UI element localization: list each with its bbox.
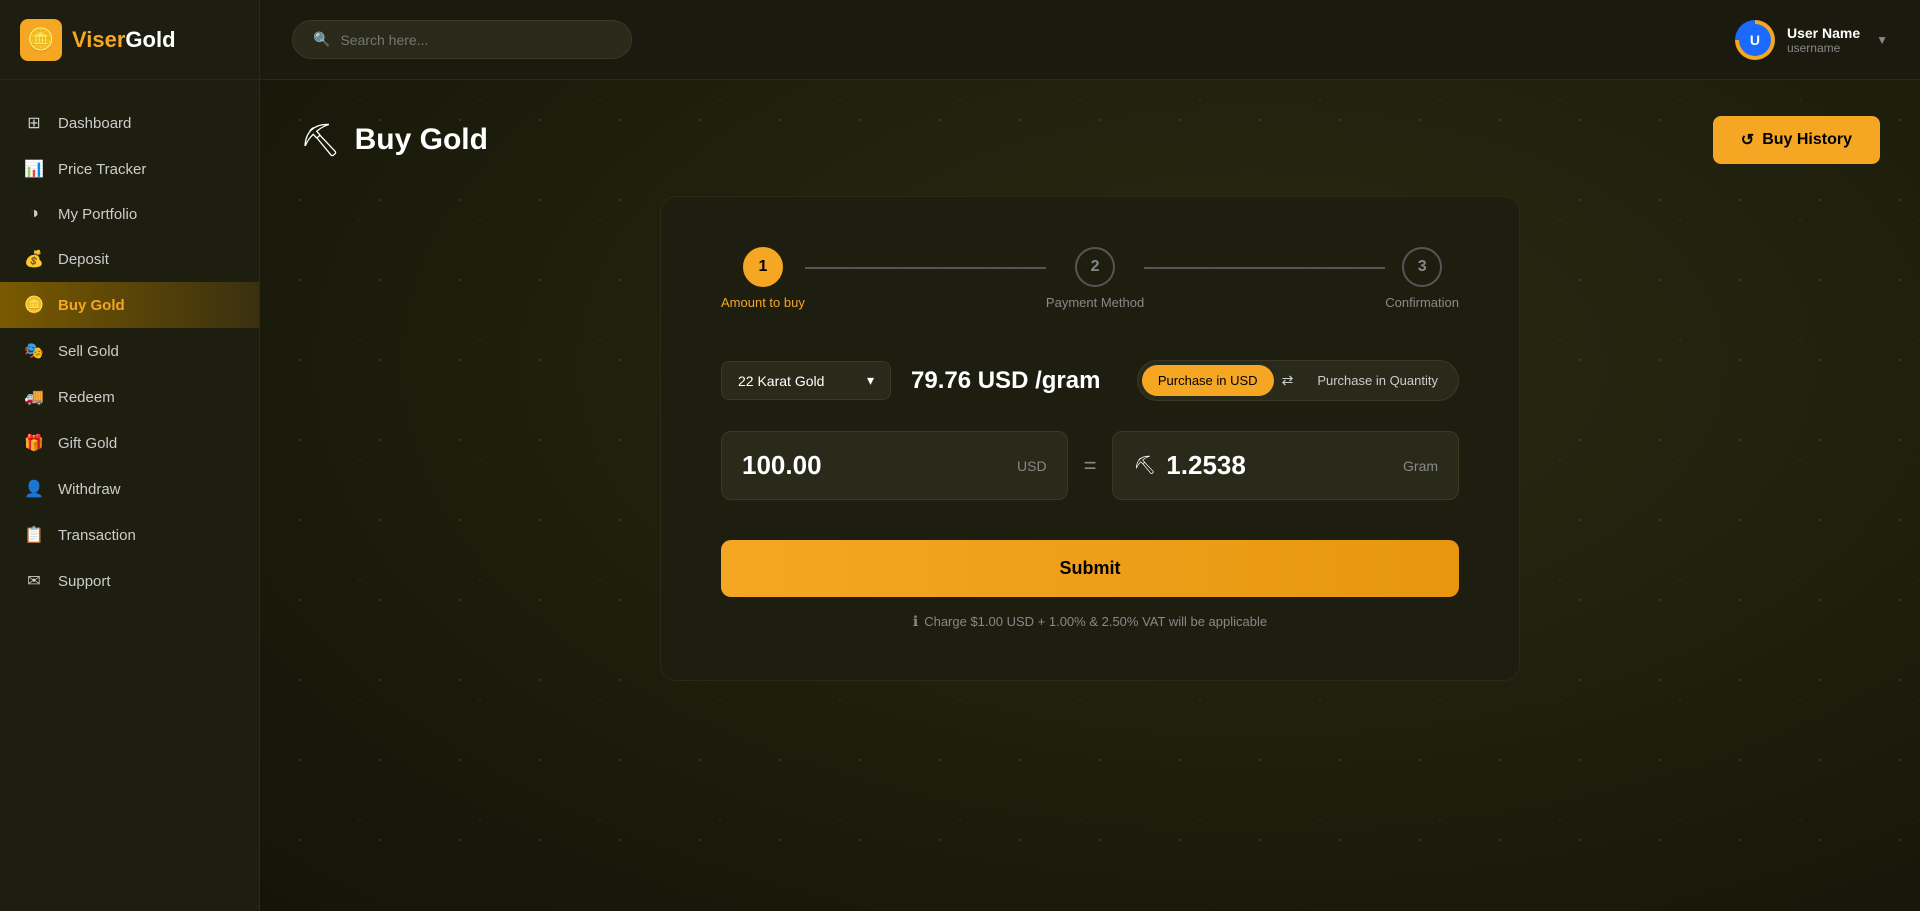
sidebar-item-support[interactable]: ✉ Support: [0, 558, 259, 604]
purchase-toggle: Purchase in USD ⇄ Purchase in Quantity: [1137, 360, 1459, 401]
step-3: 3 Confirmation: [1385, 247, 1459, 310]
step-circle-1: 1: [743, 247, 783, 287]
avatar-inner: U: [1739, 24, 1771, 56]
user-name: User Name: [1787, 25, 1860, 41]
sidebar-item-label: Transaction: [58, 527, 136, 544]
charge-info-text: Charge $1.00 USD + 1.00% & 2.50% VAT wil…: [924, 614, 1267, 629]
sidebar-item-transaction[interactable]: 📋 Transaction: [0, 512, 259, 558]
gold-type-select[interactable]: 22 Karat Gold 24 Karat Gold 18 Karat Gol…: [738, 373, 857, 389]
portfolio-icon: ◑: [24, 205, 44, 223]
sidebar-item-label: Dashboard: [58, 115, 131, 132]
sidebar-item-deposit[interactable]: 💰 Deposit: [0, 236, 259, 282]
redeem-icon: 🚚: [24, 387, 44, 407]
buy-history-label: Buy History: [1762, 131, 1852, 149]
user-handle: username: [1787, 41, 1860, 55]
sidebar-item-label: Withdraw: [58, 481, 121, 498]
header: 🔍 U User Name username ▼: [260, 0, 1920, 80]
history-icon: ↺: [1741, 130, 1754, 150]
sidebar-item-buy-gold[interactable]: 🪙 Buy Gold: [0, 282, 259, 328]
nav-menu: ⊞ Dashboard 📊 Price Tracker ◑ My Portfol…: [0, 80, 259, 911]
chevron-down-icon: ▼: [1876, 33, 1888, 47]
purchase-in-quantity-button[interactable]: Purchase in Quantity: [1301, 365, 1454, 396]
avatar: U: [1735, 20, 1775, 60]
gram-amount-box: ⛏ Gram: [1112, 431, 1459, 500]
search-input[interactable]: [340, 32, 611, 48]
gift-gold-icon: 🎁: [24, 433, 44, 453]
step-number-2: 2: [1091, 258, 1100, 276]
page-title-area: ⛏ Buy Gold: [300, 121, 488, 159]
gram-amount-input[interactable]: [1166, 450, 1393, 481]
step-label-2: Payment Method: [1046, 295, 1144, 310]
step-line-2-3: [1144, 267, 1385, 269]
buy-history-button[interactable]: ↺ Buy History: [1713, 116, 1880, 164]
transaction-icon: 📋: [24, 525, 44, 545]
info-icon: ℹ: [913, 613, 918, 630]
step-label-3: Confirmation: [1385, 295, 1459, 310]
usd-unit-label: USD: [1017, 458, 1047, 474]
search-icon: 🔍: [313, 31, 330, 48]
gram-unit-label: Gram: [1403, 458, 1438, 474]
logo-area: 🪙 ViserGold: [0, 0, 259, 80]
step-1: 1 Amount to buy: [721, 247, 805, 310]
sidebar-item-label: Deposit: [58, 251, 109, 268]
step-line-1-2: [805, 267, 1046, 269]
deposit-icon: 💰: [24, 249, 44, 269]
user-menu[interactable]: U User Name username ▼: [1735, 20, 1888, 60]
sidebar-item-label: Buy Gold: [58, 297, 125, 314]
sidebar-item-sell-gold[interactable]: 🎭 Sell Gold: [0, 328, 259, 374]
gram-icon: ⛏: [1133, 455, 1156, 476]
steps-indicator: 1 Amount to buy 2 Payment Method 3 Co: [721, 247, 1459, 310]
sidebar-item-label: Redeem: [58, 389, 115, 406]
gold-type-row: 22 Karat Gold 24 Karat Gold 18 Karat Gol…: [721, 360, 1459, 401]
submit-button[interactable]: Submit: [721, 540, 1459, 597]
charge-info: ℹ Charge $1.00 USD + 1.00% & 2.50% VAT w…: [721, 613, 1459, 630]
price-tracker-icon: 📊: [24, 159, 44, 179]
sidebar-item-label: My Portfolio: [58, 206, 137, 223]
toggle-swap-icon: ⇄: [1278, 372, 1298, 389]
sidebar: 🪙 ViserGold ⊞ Dashboard 📊 Price Tracker …: [0, 0, 260, 911]
sell-gold-icon: 🎭: [24, 341, 44, 361]
logo-text: ViserGold: [72, 27, 176, 53]
sidebar-item-price-tracker[interactable]: 📊 Price Tracker: [0, 146, 259, 192]
step-2: 2 Payment Method: [1046, 247, 1144, 310]
sidebar-item-redeem[interactable]: 🚚 Redeem: [0, 374, 259, 420]
step-number-3: 3: [1418, 258, 1427, 276]
user-info: User Name username: [1787, 25, 1860, 55]
sidebar-item-withdraw[interactable]: 👤 Withdraw: [0, 466, 259, 512]
sidebar-item-label: Gift Gold: [58, 435, 117, 452]
gold-price-per-gram: 79.76 USD /gram: [911, 367, 1117, 395]
step-number-1: 1: [758, 258, 767, 276]
withdraw-icon: 👤: [24, 479, 44, 499]
sidebar-item-my-portfolio[interactable]: ◑ My Portfolio: [0, 192, 259, 236]
purchase-in-usd-button[interactable]: Purchase in USD: [1142, 365, 1274, 396]
equals-sign: =: [1084, 453, 1097, 479]
usd-amount-input[interactable]: [742, 450, 1007, 481]
support-icon: ✉: [24, 571, 44, 591]
step-circle-2: 2: [1075, 247, 1115, 287]
sidebar-item-label: Price Tracker: [58, 161, 146, 178]
sidebar-item-label: Sell Gold: [58, 343, 119, 360]
buy-gold-icon: 🪙: [24, 295, 44, 315]
step-circle-3: 3: [1402, 247, 1442, 287]
page-header: ⛏ Buy Gold ↺ Buy History: [300, 116, 1880, 164]
buy-gold-page-icon: ⛏: [300, 121, 341, 159]
sidebar-item-dashboard[interactable]: ⊞ Dashboard: [0, 100, 259, 146]
usd-amount-box[interactable]: USD: [721, 431, 1068, 500]
buy-gold-card: 1 Amount to buy 2 Payment Method 3 Co: [660, 196, 1520, 681]
gold-type-select-wrapper[interactable]: 22 Karat Gold 24 Karat Gold 18 Karat Gol…: [721, 361, 891, 400]
step-label-1: Amount to buy: [721, 295, 805, 310]
logo-icon: 🪙: [20, 19, 62, 61]
main-content: 🔍 U User Name username ▼ ⛏ Buy Gold ↺ Bu…: [260, 0, 1920, 911]
search-bar[interactable]: 🔍: [292, 20, 632, 59]
sidebar-item-label: Support: [58, 573, 111, 590]
sidebar-item-gift-gold[interactable]: 🎁 Gift Gold: [0, 420, 259, 466]
page-content: ⛏ Buy Gold ↺ Buy History 1 Amount to buy: [260, 80, 1920, 911]
amount-row: USD = ⛏ Gram: [721, 431, 1459, 500]
dashboard-icon: ⊞: [24, 113, 44, 133]
page-title: Buy Gold: [355, 123, 488, 157]
chevron-down-icon: ▾: [867, 372, 874, 389]
